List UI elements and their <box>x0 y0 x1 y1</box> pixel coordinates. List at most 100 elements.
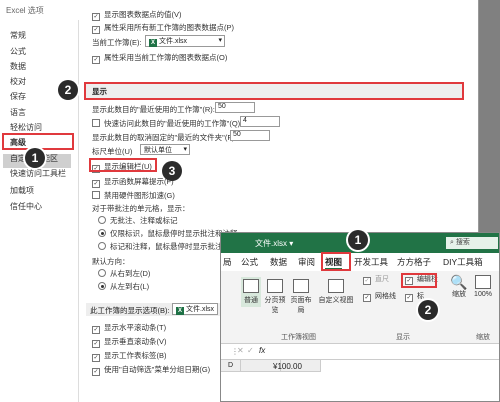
dialog-title: Excel 选项 <box>6 6 44 15</box>
row-show-function-tips[interactable]: ✓ 显示函数屏幕提示(F) <box>92 176 174 188</box>
radio-right-to-left[interactable]: 从右到左(D) <box>98 268 150 279</box>
nav-item-general[interactable]: 常规 <box>10 30 26 41</box>
unpinned-folders-spinner[interactable]: 50 <box>230 130 270 141</box>
ruler-units-dropdown[interactable]: 默认单位 ▾ <box>140 144 190 155</box>
radio-indicators-and-comments[interactable]: 标记和注释，鼠标悬停时显示批注 <box>98 241 223 252</box>
cell-value[interactable]: ¥100.00 <box>273 362 302 371</box>
workbook-display-dropdown[interactable]: X 文件.xlsx <box>172 303 218 315</box>
radio-left-to-right[interactable]: 从左到右(L) <box>98 281 149 292</box>
checkbox-icon[interactable]: ✓ <box>92 26 100 34</box>
checkbox-icon[interactable]: ✓ <box>363 277 371 285</box>
checkbox-icon[interactable]: ✓ <box>92 56 100 64</box>
row-ruler-units: 标尺单位(U) <box>92 147 133 156</box>
step-badge-1-excel: 1 <box>348 230 368 250</box>
magnifier-icon: 🔍 <box>450 274 468 290</box>
radio-icon[interactable] <box>98 229 106 237</box>
group-workbook-views: 工作簿视图 <box>281 334 316 341</box>
radio-icon[interactable] <box>98 269 106 277</box>
nav-item-formulas[interactable]: 公式 <box>10 46 26 57</box>
ribbon-view: 普通 分页预览 页面布局 自定义视图 工作簿视图 ✓ 直尺 ✓ 编辑栏 ✓ 网格线 ✓… <box>221 271 499 344</box>
page-break-icon <box>267 279 283 293</box>
nav-item-addins[interactable]: 加载项 <box>10 185 34 196</box>
view-tab-highlight <box>321 252 351 271</box>
group-zoom: 缩放 <box>476 334 490 341</box>
nav-item-proofing[interactable]: 校对 <box>10 76 26 87</box>
zoom-button[interactable]: 🔍 缩放 <box>449 275 469 299</box>
checkbox-icon[interactable]: ✓ <box>92 368 100 376</box>
checkbox-icon[interactable]: ✓ <box>92 180 100 188</box>
row-all-workbooks-data-points[interactable]: ✓ 属性采用所有新工作簿的图表数据点(P) <box>92 22 234 34</box>
row-current-workbook-data-points[interactable]: ✓ 属性采用当前工作簿的图表数据点(O) <box>92 52 227 64</box>
excel-file-icon: X <box>149 39 157 47</box>
checkbox-icon[interactable] <box>92 119 100 127</box>
tab-developer[interactable]: 开发工具 <box>354 256 388 268</box>
row-autofilter-dates[interactable]: ✓ 使用"自动筛选"菜单分组日期(G) <box>92 364 210 376</box>
column-header-d[interactable]: D <box>221 360 241 372</box>
nav-item-quick-access-toolbar[interactable]: 快速访问工具栏 <box>10 168 66 179</box>
cancel-icon[interactable]: ✕ <box>237 346 244 355</box>
row-horizontal-scrollbar[interactable]: ✓ 显示水平滚动条(T) <box>92 322 166 334</box>
nav-highlight-box <box>2 133 74 150</box>
tab-formulas[interactable]: 公式 <box>241 256 258 268</box>
checkbox-icon[interactable] <box>92 191 100 199</box>
tab-layout[interactable]: 局 <box>223 256 232 268</box>
normal-view-button[interactable]: 普通 <box>241 277 261 307</box>
page-layout-icon <box>293 279 309 293</box>
display-section-highlight-box <box>84 82 464 100</box>
tab-fangfang[interactable]: 方方格子 <box>397 256 431 268</box>
nav-item-accessibility[interactable]: 轻松访问 <box>10 122 42 133</box>
row-direction-label: 默认方向： <box>92 257 130 266</box>
radio-icon[interactable] <box>98 216 106 224</box>
row-sheet-tabs[interactable]: ✓ 显示工作表标签(B) <box>92 350 167 362</box>
radio-icon[interactable] <box>98 282 106 290</box>
row-disable-hw-accel[interactable]: 禁用硬件图形加速(G) <box>92 190 175 201</box>
custom-view-button[interactable]: 自定义视图 <box>316 279 356 305</box>
page-layout-button[interactable]: 页面布局 <box>288 279 314 315</box>
search-box[interactable]: ⌕ 搜索 <box>446 237 498 249</box>
group-show: 显示 <box>396 334 410 341</box>
excel-window: 文件.xlsx ▾ ⌕ 搜索 局 公式 数据 审阅 视图 开发工具 方方格子 D… <box>220 232 500 402</box>
row-quick-access-workbooks[interactable]: 快速访问此数目的"最近使用的工作簿"(Q): <box>92 118 242 129</box>
chevron-down-icon: ▾ <box>218 37 222 44</box>
tab-data[interactable]: 数据 <box>270 256 287 268</box>
ribbon-tabs: 局 公式 数据 审阅 视图 开发工具 方方格子 DIY工具箱 <box>221 253 499 272</box>
checkbox-icon[interactable]: ✓ <box>92 354 100 362</box>
current-workbook-dropdown[interactable]: X 文件.xlsx ▾ <box>145 35 225 47</box>
custom-view-icon <box>328 279 344 293</box>
checkbox-icon[interactable]: ✓ <box>92 326 100 334</box>
row-show-data-point-values[interactable]: ✓ 显示图表数据点的值(V) <box>92 9 182 21</box>
tab-diy-toolbox[interactable]: DIY工具箱 <box>443 256 483 268</box>
recent-workbooks-spinner[interactable]: 50 <box>215 102 255 113</box>
gridlines-checkbox[interactable]: ✓ 网格线 <box>363 291 396 302</box>
excel-title[interactable]: 文件.xlsx ▾ <box>255 238 293 249</box>
worksheet-grid[interactable]: D ¥100.00 <box>221 360 499 401</box>
radio-icon[interactable] <box>98 242 106 250</box>
step-badge-2: 2 <box>58 80 78 100</box>
formula-bar-checkbox-highlight <box>401 273 437 288</box>
checkbox-icon[interactable]: ✓ <box>92 13 100 21</box>
zoom-100-button[interactable]: 100% <box>471 275 495 298</box>
formula-bar-option-highlight <box>89 158 157 172</box>
headings-checkbox[interactable]: ✓ 标 <box>405 291 424 302</box>
step-badge-1: 1 <box>25 148 45 168</box>
nav-item-data[interactable]: 数据 <box>10 61 26 72</box>
checkbox-icon[interactable]: ✓ <box>405 294 413 302</box>
checkbox-icon[interactable]: ✓ <box>92 340 100 348</box>
checkbox-icon[interactable]: ✓ <box>363 294 371 302</box>
radio-indicators-only[interactable]: 仅限标识，鼠标悬停时显示批注和注释 <box>98 228 238 239</box>
fx-icon[interactable]: fx <box>259 346 265 355</box>
formula-bar[interactable]: ⋮ ✕ ✓ fx <box>221 345 499 360</box>
nav-item-trust-center[interactable]: 信任中心 <box>10 201 42 212</box>
quick-access-spinner[interactable]: 4 <box>240 116 280 127</box>
enter-icon[interactable]: ✓ <box>247 346 254 355</box>
options-nav: 常规 公式 数据 校对 保存 语言 轻松访问 高级 自定义功能区 快速访问工具栏… <box>0 20 79 402</box>
row-unpinned-folders: 显示此数目的取消固定的"最近的文件夹"(F): <box>92 133 237 142</box>
page-break-preview-button[interactable]: 分页预览 <box>264 279 286 315</box>
tab-review[interactable]: 审阅 <box>298 256 315 268</box>
row-vertical-scrollbar[interactable]: ✓ 显示垂直滚动条(V) <box>92 336 167 348</box>
chevron-down-icon: ▾ <box>183 146 187 153</box>
nav-item-language[interactable]: 语言 <box>10 107 26 118</box>
nav-item-save[interactable]: 保存 <box>10 91 26 102</box>
radio-no-comments[interactable]: 无批注、注释或标记 <box>98 215 178 226</box>
ruler-checkbox[interactable]: ✓ 直尺 <box>363 274 389 285</box>
